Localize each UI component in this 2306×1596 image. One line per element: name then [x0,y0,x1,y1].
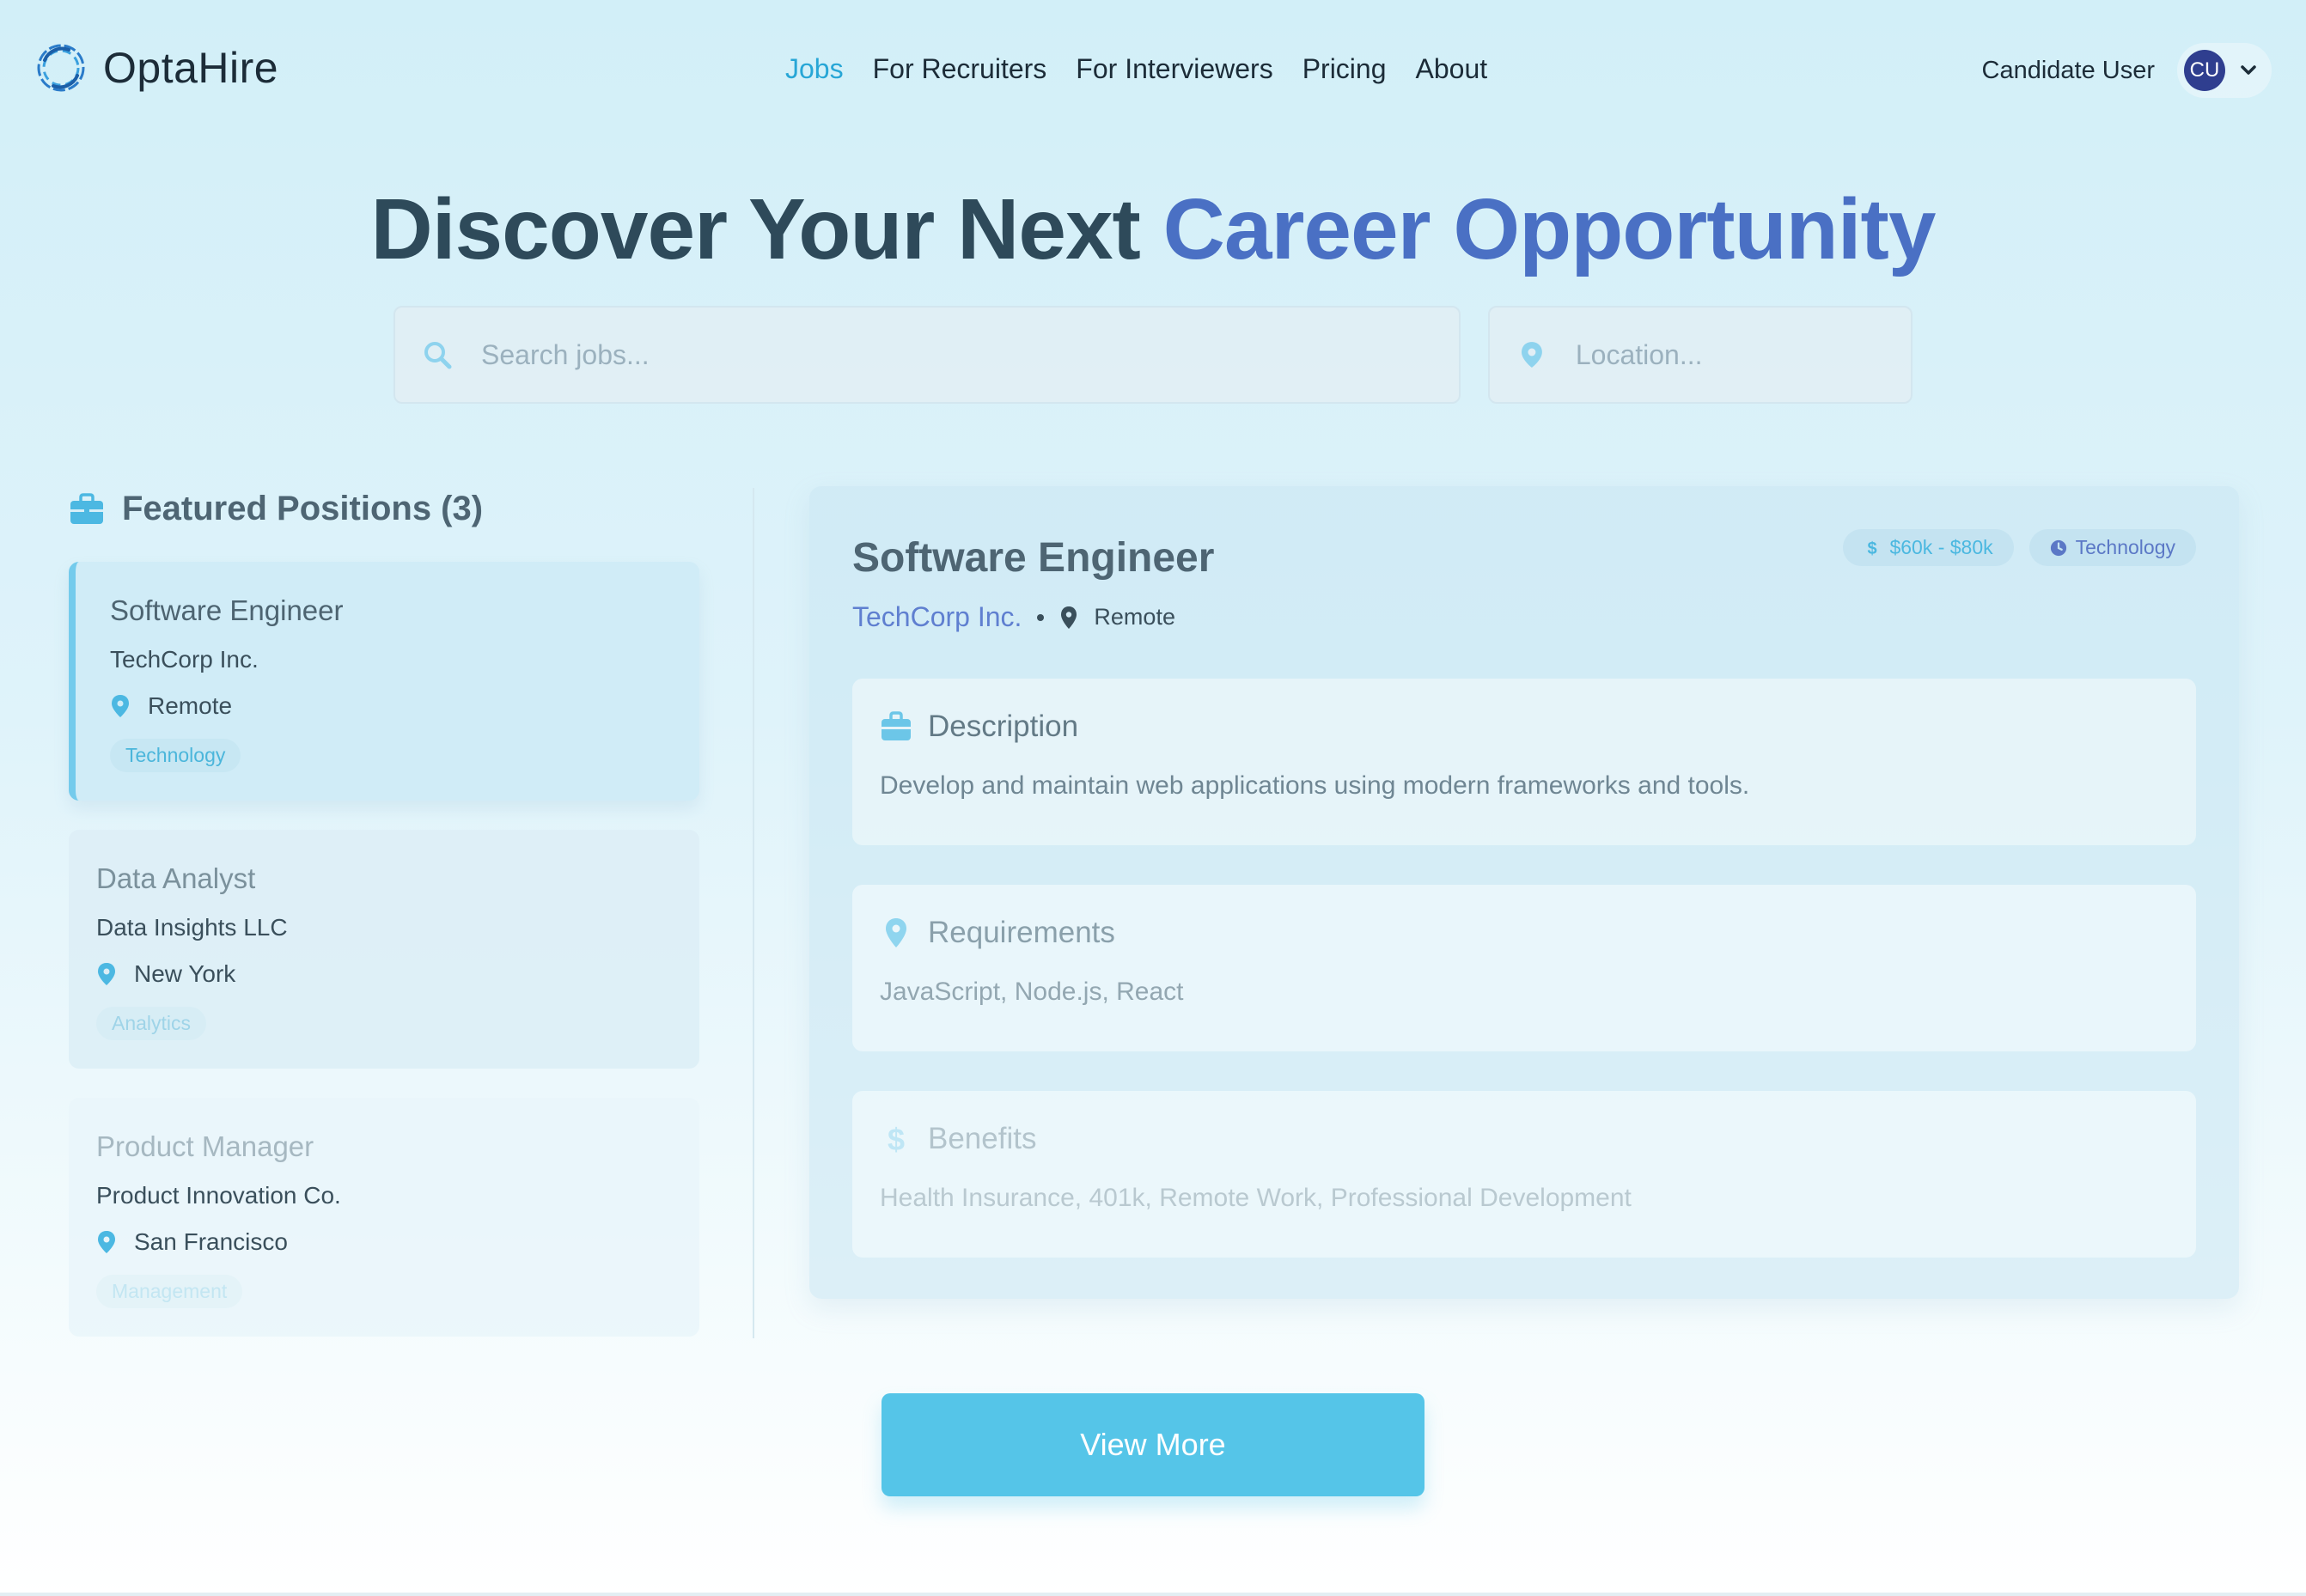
salary-badge: $ $60k - $80k [1843,529,2014,566]
user-menu: Candidate User CU [1982,43,2272,98]
dollar-icon: $ [1868,539,1877,557]
search-icon [424,342,452,369]
location-search-box [1488,306,1913,404]
nav-link-for-interviewers[interactable]: For Interviewers [1076,53,1272,85]
nav-link-for-recruiters[interactable]: For Recruiters [873,53,1047,85]
benefits-section: $ Benefits Health Insurance, 401k, Remot… [852,1091,2196,1258]
job-card-location-text: Remote [148,692,233,719]
featured-heading-text: Featured Positions (3) [122,490,484,527]
footer-divider [0,1593,2306,1596]
job-card-location-text: New York [134,960,236,987]
job-card-location: San Francisco [96,1228,699,1256]
requirements-text: JavaScript, Node.js, React [880,978,1184,1006]
job-card-data-analyst[interactable]: Data Analyst Data Insights LLC New York … [69,830,699,1069]
job-detail-company[interactable]: TechCorp Inc. [852,601,1022,633]
job-detail-title: Software Engineer [852,535,1215,581]
job-card-tag: Technology [110,739,241,772]
optahire-logo-icon [37,44,85,92]
column-divider [753,488,754,1338]
requirements-header: Requirements [880,916,2196,950]
category-badge: Technology [2028,529,2196,566]
featured-heading: Featured Positions (3) [69,490,483,528]
job-card-location-text: San Francisco [134,1228,288,1255]
svg-text:$: $ [888,1124,905,1154]
avatar: CU [2184,50,2225,91]
job-card-company: Product Innovation Co. [96,1182,341,1209]
user-menu-toggle[interactable]: CU [2177,43,2272,98]
clock-icon [2050,539,2066,556]
nav-link-jobs[interactable]: Jobs [785,53,844,85]
briefcase-icon [882,711,911,740]
user-name: Candidate User [1981,56,2156,84]
map-pin-icon [1521,342,1542,368]
job-card-location: Remote [110,692,699,720]
nav-link-pricing[interactable]: Pricing [1302,53,1387,85]
job-search-box [393,306,1461,404]
benefits-text: Health Insurance, 401k, Remote Work, Pro… [880,1184,1632,1212]
description-text: Develop and maintain web applications us… [880,771,1750,800]
brand-name: OptaHire [103,44,279,92]
job-detail-location: Remote [1094,604,1175,630]
salary-badge-text: $60k - $80k [1889,536,1993,558]
job-detail-badges: $ $60k - $80k Technology [1843,529,2196,566]
job-card-title: Software Engineer [110,594,344,626]
brand-logo[interactable]: OptaHire [34,41,278,94]
search-input[interactable] [481,338,1333,371]
job-card-company: Data Insights LLC [96,914,288,941]
page-title: Discover Your Next Career Opportunity [0,180,2306,279]
description-header: Description [880,710,2196,744]
map-pin-icon [98,963,115,985]
job-card-product-manager[interactable]: Product Manager Product Innovation Co. S… [69,1098,699,1337]
requirements-heading: Requirements [928,916,1115,949]
job-card-company: TechCorp Inc. [110,646,259,673]
job-card-software-engineer[interactable]: Software Engineer TechCorp Inc. Remote T… [69,562,699,801]
benefits-header: $ Benefits [880,1122,2196,1156]
chevron-down-icon [2241,65,2256,75]
job-card-tag: Analytics [96,1007,207,1040]
location-input[interactable] [1575,338,1911,371]
job-card-tag: Management [96,1275,243,1308]
briefcase-icon [70,492,103,524]
description-section: Description Develop and maintain web app… [852,679,2196,845]
description-heading: Description [928,710,1079,743]
svg-text:$: $ [1868,539,1877,557]
map-pin-icon [1061,606,1077,629]
requirements-section: Requirements JavaScript, Node.js, React [852,885,2196,1051]
benefits-heading: Benefits [928,1122,1037,1155]
map-pin-icon [98,1231,115,1253]
map-pin-icon [886,918,906,947]
nav-link-about[interactable]: About [1416,53,1488,85]
view-more-button[interactable]: View More [882,1393,1424,1496]
job-card-title: Product Manager [96,1130,314,1162]
page-title-part1: Discover Your Next [370,181,1141,277]
top-navbar: OptaHire Jobs For Recruiters For Intervi… [0,0,2306,143]
job-detail-panel: Software Engineer TechCorp Inc. Remote $… [809,486,2239,1299]
job-card-location: New York [96,960,699,988]
dollar-icon: $ [888,1124,905,1154]
page-title-part2: Career Opportunity [1162,181,1937,277]
main-menu: Jobs For Recruiters For Interviewers Pri… [785,53,1487,85]
category-badge-text: Technology [2075,536,2175,558]
job-card-title: Data Analyst [96,862,256,894]
job-detail-subtitle: TechCorp Inc. Remote [852,601,1175,633]
separator-dot [1037,613,1045,621]
map-pin-icon [112,695,129,717]
